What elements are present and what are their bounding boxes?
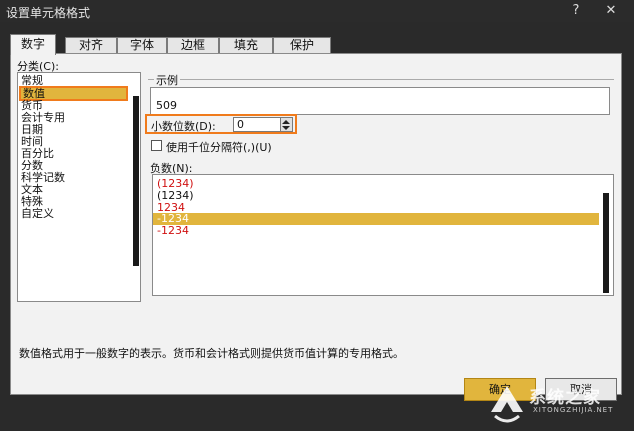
spin-up-icon[interactable] [282,120,290,124]
tab-protection[interactable]: 保护 [273,37,331,54]
close-button[interactable]: ✕ [602,2,620,20]
tab-alignment[interactable]: 对齐 [65,37,117,54]
negative-numbers-list[interactable]: (1234) (1234) 1234 -1234 -1234 [152,174,614,296]
window-title: 设置单元格格式 [6,6,91,20]
dialog-body: 数字 对齐 字体 边框 填充 保护 分类(C): 常规 数值 货币 会计专用 日… [0,22,634,431]
tab-font[interactable]: 字体 [117,37,167,54]
thousands-separator-label: 使用千位分隔符(,)(U) [166,141,272,154]
sample-value: 509 [156,99,177,112]
cancel-button[interactable]: 取消 [545,378,617,401]
spin-down-icon[interactable] [282,126,290,130]
thousands-separator-checkbox[interactable] [151,140,162,151]
format-description: 数值格式用于一般数字的表示。货币和会计格式则提供货币值计算的专用格式。 [19,347,404,360]
category-scrollbar[interactable] [133,96,139,266]
category-list[interactable]: 常规 数值 货币 会计专用 日期 时间 百分比 分数 科学记数 文本 特殊 自定… [17,72,141,302]
decimal-places-label: 小数位数(D): [151,120,216,133]
negative-option[interactable]: -1234 [157,225,189,237]
title-bar: 设置单元格格式 ? ✕ [0,0,634,22]
decimal-places-control: 小数位数(D): 0 [145,114,297,134]
negative-selection-highlight [153,213,599,225]
decimal-spinner[interactable] [280,117,293,132]
ok-button[interactable]: 确定 [464,378,536,401]
decimal-places-input[interactable]: 0 [233,117,281,132]
number-tab-panel: 分类(C): 常规 数值 货币 会计专用 日期 时间 百分比 分数 科学记数 文… [10,53,622,395]
tab-number[interactable]: 数字 [10,34,56,55]
help-button[interactable]: ? [567,2,585,20]
tab-fill[interactable]: 填充 [219,37,273,54]
sample-label: 示例 [154,72,180,88]
negative-list-scrollbar[interactable] [603,193,609,293]
sample-preview: 509 [150,87,610,115]
category-item[interactable]: 自定义 [21,208,54,220]
tab-border[interactable]: 边框 [167,37,219,54]
